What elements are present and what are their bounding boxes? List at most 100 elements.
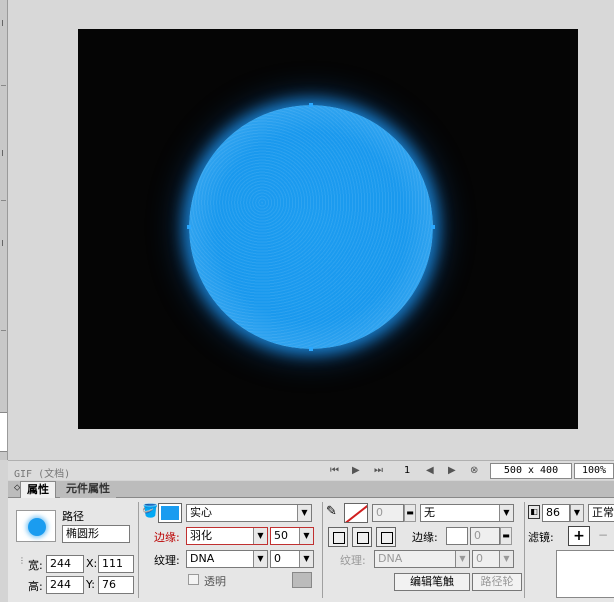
stroke-texture-select[interactable]: DNA ▼ xyxy=(374,550,470,568)
transparent-checkbox[interactable] xyxy=(188,574,199,585)
chevron-down-icon: ▼ xyxy=(297,505,311,521)
object-type-label: 路径 xyxy=(62,510,84,523)
filters-label: 滤镜: xyxy=(528,531,554,544)
ruler-mark xyxy=(2,20,3,26)
fill-texture-label: 纹理: xyxy=(154,554,180,567)
paint-bucket-icon: 🪣 xyxy=(142,504,159,519)
transparent-label: 透明 xyxy=(204,575,226,588)
zoom-readout[interactable]: 100% xyxy=(574,463,614,479)
selection-handle-left[interactable] xyxy=(187,225,191,229)
left-ruler-strip xyxy=(0,0,8,460)
chevron-down-icon: ▼ xyxy=(499,551,513,567)
no-stroke-slash-icon xyxy=(345,504,367,522)
opacity-field[interactable]: 86 xyxy=(542,504,570,522)
first-frame-icon[interactable]: ⏮ xyxy=(330,465,339,476)
x-field[interactable]: 111 xyxy=(98,555,134,573)
ruler-mark xyxy=(1,200,6,201)
blend-mode-select[interactable]: 正常 xyxy=(588,504,614,522)
fill-type-select[interactable]: 实心 ▼ xyxy=(186,504,312,522)
last-frame-icon[interactable]: ⏭ xyxy=(374,465,383,476)
pencil-icon: ✎ xyxy=(326,504,337,519)
stroke-edge-amount-field[interactable]: 0 xyxy=(470,527,500,545)
x-label: X: xyxy=(86,557,98,570)
link-dimensions-icon[interactable]: ⋮ xyxy=(18,556,26,565)
scroll-thumb[interactable] xyxy=(0,412,7,452)
panel-tabs: ⬦ 属性 元件属性 xyxy=(8,481,614,498)
stop-icon[interactable]: ⊗ xyxy=(470,465,478,476)
edit-stroke-button[interactable]: 编辑笔触 xyxy=(394,573,470,591)
ruler-mark xyxy=(1,85,6,86)
remove-filter-icon[interactable]: − xyxy=(598,528,608,542)
stroke-edge-label: 边缘: xyxy=(412,531,438,544)
stroke-texture-value: DNA xyxy=(378,552,403,565)
fill-texture-value: DNA xyxy=(190,552,215,565)
prev-frame-icon[interactable]: ◀ xyxy=(426,465,434,476)
thumbnail-circle xyxy=(28,518,46,536)
stroke-color-swatch[interactable] xyxy=(344,503,368,523)
y-label: Y: xyxy=(86,578,95,591)
y-field[interactable]: 76 xyxy=(98,576,134,594)
divider xyxy=(524,502,525,598)
stroke-type-select[interactable]: 无 ▼ xyxy=(420,504,514,522)
divider xyxy=(138,502,139,598)
texture-preview-button[interactable] xyxy=(292,572,312,588)
chevron-down-icon: ▼ xyxy=(253,528,267,544)
fill-edge-amount-value: 50 xyxy=(274,529,288,542)
frame-number: 1 xyxy=(404,465,411,476)
chevron-down-icon: ▼ xyxy=(499,505,513,521)
play-icon[interactable]: ▶ xyxy=(352,465,360,476)
selection-handle-right[interactable] xyxy=(431,225,435,229)
doc-size-readout: 500 x 400 xyxy=(490,463,572,479)
width-label: 宽: xyxy=(28,559,43,572)
stroke-texture-amount-value: 0 xyxy=(476,552,483,565)
fill-color-preview xyxy=(161,506,179,520)
chevron-down-icon: ▼ xyxy=(455,551,469,567)
fill-edge-label: 边缘: xyxy=(154,531,180,544)
chevron-down-icon: ▼ xyxy=(299,551,313,567)
fill-texture-amount-field[interactable]: 0 ▼ xyxy=(270,550,314,568)
tab-properties[interactable]: 属性 xyxy=(20,481,56,498)
ruler-mark xyxy=(2,240,3,246)
stroke-size-slider-button[interactable]: ▬ xyxy=(404,504,416,522)
path-outline-button[interactable]: 路径轮 xyxy=(472,573,522,591)
fill-type-value: 实心 xyxy=(190,506,212,519)
add-filter-button[interactable]: + xyxy=(568,526,590,546)
next-frame-icon[interactable]: ▶ xyxy=(448,465,456,476)
chevron-down-icon[interactable]: ▼ xyxy=(570,504,584,522)
fill-edge-value: 羽化 xyxy=(190,529,212,542)
properties-panel: 路径 椭圆形 ⋮ 宽: 244 X: 111 高: 244 Y: 76 🪣 实心… xyxy=(8,498,614,602)
fill-texture-amount-value: 0 xyxy=(274,552,281,565)
height-label: 高: xyxy=(28,580,43,593)
stroke-center-button[interactable] xyxy=(352,527,372,547)
stroke-texture-amount-field[interactable]: 0 ▼ xyxy=(472,550,514,568)
stroke-inside-button[interactable] xyxy=(328,527,348,547)
chevron-down-icon: ▼ xyxy=(253,551,267,567)
ellipse-shape[interactable] xyxy=(189,105,433,349)
stroke-size-field[interactable]: 0 xyxy=(372,504,404,522)
filters-list[interactable] xyxy=(556,550,614,598)
object-thumbnail xyxy=(16,510,56,542)
fill-edge-select[interactable]: 羽化 ▼ xyxy=(186,527,268,545)
stroke-outside-button[interactable] xyxy=(376,527,396,547)
stroke-edge-field[interactable] xyxy=(446,527,468,545)
canvas-area xyxy=(8,0,614,460)
document-canvas[interactable] xyxy=(78,29,578,429)
object-name-field[interactable]: 椭圆形 xyxy=(62,525,130,543)
fill-texture-select[interactable]: DNA ▼ xyxy=(186,550,268,568)
width-field[interactable]: 244 xyxy=(46,555,84,573)
stroke-type-value: 无 xyxy=(424,506,435,519)
ruler-mark xyxy=(1,330,6,331)
stroke-edge-slider-button[interactable]: ▬ xyxy=(500,527,512,545)
selection-handle-bottom[interactable] xyxy=(309,347,313,351)
divider xyxy=(322,502,323,598)
selection-handle-top[interactable] xyxy=(309,103,313,107)
ruler-mark xyxy=(2,150,3,156)
height-field[interactable]: 244 xyxy=(46,576,84,594)
status-bar: GIF (文档) ⏮ ▶ ⏭ 1 ◀ ▶ ⊗ 500 x 400 100% xyxy=(8,460,614,480)
fill-color-swatch[interactable] xyxy=(158,503,182,523)
tab-symbol-properties[interactable]: 元件属性 xyxy=(60,481,116,498)
doc-type-label: GIF (文档) xyxy=(14,469,71,480)
fill-edge-amount-field[interactable]: 50 ▼ xyxy=(270,527,314,545)
chevron-down-icon: ▼ xyxy=(299,528,313,544)
stroke-texture-label: 纹理: xyxy=(340,554,366,567)
